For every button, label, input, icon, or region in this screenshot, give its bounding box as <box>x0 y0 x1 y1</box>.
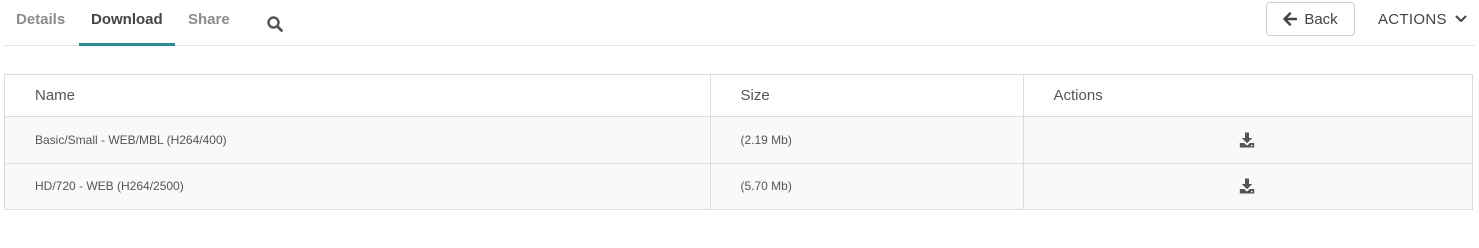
top-bar: Details Download Share <box>4 0 1475 46</box>
actions-dropdown-label: ACTIONS <box>1378 10 1447 28</box>
row-actions-cell <box>1023 163 1472 209</box>
row-actions-cell <box>1023 116 1472 164</box>
rendition-size: (2.19 Mb) <box>710 116 1024 164</box>
back-button-label: Back <box>1304 10 1338 28</box>
download-icon[interactable] <box>1239 132 1255 148</box>
table-header-row: Name Size Actions <box>5 75 1472 117</box>
download-icon[interactable] <box>1239 178 1255 194</box>
downloads-table: Name Size Actions Basic/Small - WEB/MBL … <box>4 74 1473 210</box>
tab-download[interactable]: Download <box>79 0 175 46</box>
search-icon[interactable] <box>266 15 286 35</box>
rendition-size: (5.70 Mb) <box>710 163 1024 209</box>
tab-share[interactable]: Share <box>176 0 242 45</box>
tab-details[interactable]: Details <box>4 0 77 45</box>
rendition-name: Basic/Small - WEB/MBL (H264/400) <box>5 116 711 164</box>
column-header-actions: Actions <box>1023 75 1472 117</box>
table-row: HD/720 - WEB (H264/2500) (5.70 Mb) <box>5 163 1472 209</box>
arrow-left-icon <box>1283 12 1298 26</box>
chevron-down-icon <box>1455 11 1467 28</box>
table-row: Basic/Small - WEB/MBL (H264/400) (2.19 M… <box>5 116 1472 164</box>
back-button[interactable]: Back <box>1266 2 1355 36</box>
column-header-name: Name <box>5 75 711 117</box>
column-header-size: Size <box>710 75 1024 117</box>
rendition-name: HD/720 - WEB (H264/2500) <box>5 163 711 209</box>
actions-dropdown[interactable]: ACTIONS <box>1378 2 1467 36</box>
